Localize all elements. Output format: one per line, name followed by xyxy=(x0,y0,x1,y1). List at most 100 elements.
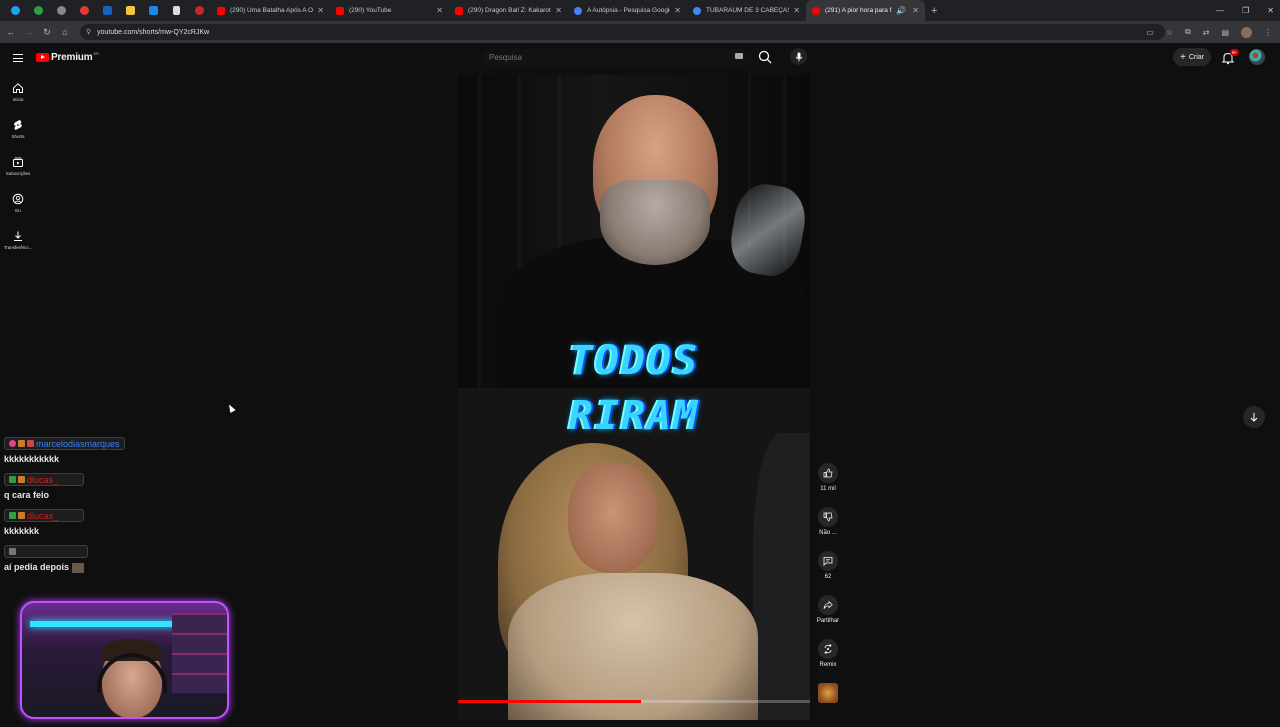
chat-message: aí pedia depois xyxy=(4,542,204,573)
home-icon xyxy=(13,83,23,93)
bookmark-star-icon[interactable]: ☆ xyxy=(1166,28,1173,37)
video-caption-line1: TODOS xyxy=(568,338,700,384)
chat-text: q cara feio xyxy=(4,490,50,500)
reload-icon[interactable]: ↻ xyxy=(38,27,56,38)
brand-country: BR xyxy=(93,51,99,56)
address-bar[interactable]: ⚲ youtube.com/shorts/mw-QY2cRJKw xyxy=(80,24,1165,40)
restore-icon[interactable]: ❐ xyxy=(1242,6,1249,15)
close-tab-icon[interactable]: ✕ xyxy=(555,6,562,15)
browser-tab[interactable]: (290) Uma Batalha Após A Outr ✕ xyxy=(211,0,330,21)
close-tab-icon[interactable]: ✕ xyxy=(793,6,800,15)
woman-face xyxy=(568,463,658,573)
like-action[interactable]: 11 mil xyxy=(812,463,844,507)
sidebar-item-home[interactable]: Início xyxy=(0,78,36,115)
browser-tab[interactable]: A Autópsia - Pesquisa Google ✕ xyxy=(568,0,687,21)
google-favicon-icon xyxy=(574,6,582,15)
browser-tab[interactable]: (290) Dragon Ball Z: Kakarot - E ✕ xyxy=(449,0,568,21)
comment-icon xyxy=(823,557,833,566)
forward-icon[interactable]: → xyxy=(20,27,38,37)
search-input[interactable]: Pesquisa xyxy=(481,49,752,66)
microphone-icon xyxy=(795,52,802,61)
pinned-tab[interactable] xyxy=(50,0,73,21)
close-tab-icon[interactable]: ✕ xyxy=(317,6,324,15)
audio-icon[interactable]: 🔊 xyxy=(896,6,906,15)
subscriptions-icon xyxy=(13,157,23,167)
like-button[interactable] xyxy=(818,463,838,483)
pinned-tab[interactable] xyxy=(165,0,188,21)
create-button[interactable]: + Criar xyxy=(1173,48,1211,66)
comments-button[interactable] xyxy=(818,551,838,571)
browser-tab[interactable]: TUBARAUM DE 3 CABEÇAS - Fr✕ xyxy=(687,0,806,21)
account-avatar[interactable] xyxy=(1249,49,1265,65)
search-icon[interactable] xyxy=(757,49,773,65)
pinned-tab[interactable] xyxy=(188,0,211,21)
site-info-icon[interactable]: ⚲ xyxy=(86,28,91,36)
window-controls: — ❐ ✕ xyxy=(1216,0,1274,21)
chat-message: dlucas_ q cara feio xyxy=(4,470,204,500)
sidebar-item-label: Início xyxy=(12,97,24,102)
pinned-tab[interactable] xyxy=(142,0,165,21)
pinned-tab[interactable] xyxy=(119,0,142,21)
close-tab-icon[interactable]: ✕ xyxy=(436,6,443,15)
sidebar-item-downloads[interactable]: Transferênci... xyxy=(0,226,36,263)
browser-tabstrip: (290) Uma Batalha Após A Outr ✕ (290) You… xyxy=(0,0,1280,21)
woman-body xyxy=(508,573,758,720)
chat-user-tag xyxy=(4,545,88,558)
chat-message: dlucas_ kkkkkkk xyxy=(4,506,204,536)
remix-button[interactable] xyxy=(818,639,838,659)
extensions-icon[interactable]: ⧉ xyxy=(1185,27,1191,37)
home-browser-icon[interactable]: ⌂ xyxy=(56,27,74,37)
chat-text: kkkkkkk xyxy=(4,526,40,536)
video-progress-fill xyxy=(458,700,642,703)
minimize-icon[interactable]: — xyxy=(1216,6,1224,15)
sidebar-item-you[interactable]: Eu xyxy=(0,189,36,226)
cast-icon[interactable]: ▭ xyxy=(1146,28,1154,37)
video-progress-bar[interactable] xyxy=(458,700,810,703)
share-label: Partilhar xyxy=(816,618,840,624)
sound-thumbnail-action[interactable] xyxy=(812,683,844,727)
comments-action[interactable]: 62 xyxy=(812,551,844,595)
sub-badge-icon xyxy=(18,440,25,447)
voice-search-button[interactable] xyxy=(790,48,807,65)
pinned-tab[interactable] xyxy=(4,0,27,21)
brand-name: Premium xyxy=(51,52,93,63)
remix-icon xyxy=(824,644,832,654)
close-tab-icon[interactable]: ✕ xyxy=(912,6,919,15)
new-tab-icon[interactable]: + xyxy=(931,5,937,17)
translate-icon[interactable]: ⇄ xyxy=(1203,28,1210,37)
sound-thumbnail[interactable] xyxy=(818,683,838,703)
share-button[interactable] xyxy=(818,595,838,615)
share-icon xyxy=(823,600,833,609)
pinned-tab[interactable] xyxy=(27,0,50,21)
download-icon xyxy=(14,231,22,241)
close-window-icon[interactable]: ✕ xyxy=(1267,6,1274,15)
youtube-header: Premium BR Pesquisa + Criar 9+ xyxy=(0,43,1280,73)
tab-title: (291) A pior hora para fazer xyxy=(825,7,892,14)
pinned-tab[interactable] xyxy=(73,0,96,21)
share-action[interactable]: Partilhar xyxy=(812,595,844,639)
menu-icon[interactable] xyxy=(13,54,23,65)
mouse-cursor-icon xyxy=(226,403,236,413)
pinned-tabs xyxy=(0,0,211,21)
shorts-video-player[interactable]: TODOS RIRAM xyxy=(458,75,810,720)
browser-tab[interactable]: (290) YouTube ✕ xyxy=(330,0,449,21)
dislike-action[interactable]: Não ... xyxy=(812,507,844,551)
pinned-tab[interactable] xyxy=(96,0,119,21)
sidebar-item-subscriptions[interactable]: Subscrições xyxy=(0,152,36,189)
dislike-button[interactable] xyxy=(818,507,838,527)
next-short-button[interactable] xyxy=(1243,406,1265,428)
keyboard-icon[interactable] xyxy=(735,53,743,59)
browser-menu-icon[interactable]: ⋮ xyxy=(1264,28,1272,37)
remix-action[interactable]: Remix xyxy=(812,639,844,683)
sidepanel-icon[interactable]: ▤ xyxy=(1221,28,1229,37)
chat-user-tag: dlucas_ xyxy=(4,473,84,486)
browser-profile-avatar[interactable] xyxy=(1241,26,1252,38)
create-label: Criar xyxy=(1188,53,1204,61)
sidebar-item-shorts[interactable]: Shorts xyxy=(0,115,36,152)
stream-chat-overlay: marcelodiasmarques kkkkkkkkkkk dlucas_ q… xyxy=(4,434,204,579)
youtube-premium-logo[interactable]: Premium BR xyxy=(36,51,99,63)
back-icon[interactable]: ← xyxy=(2,27,20,37)
arrow-down-icon xyxy=(1250,413,1258,422)
browser-tab-active[interactable]: (291) A pior hora para fazer 🔊 ✕ xyxy=(806,0,925,21)
close-tab-icon[interactable]: ✕ xyxy=(674,6,681,15)
